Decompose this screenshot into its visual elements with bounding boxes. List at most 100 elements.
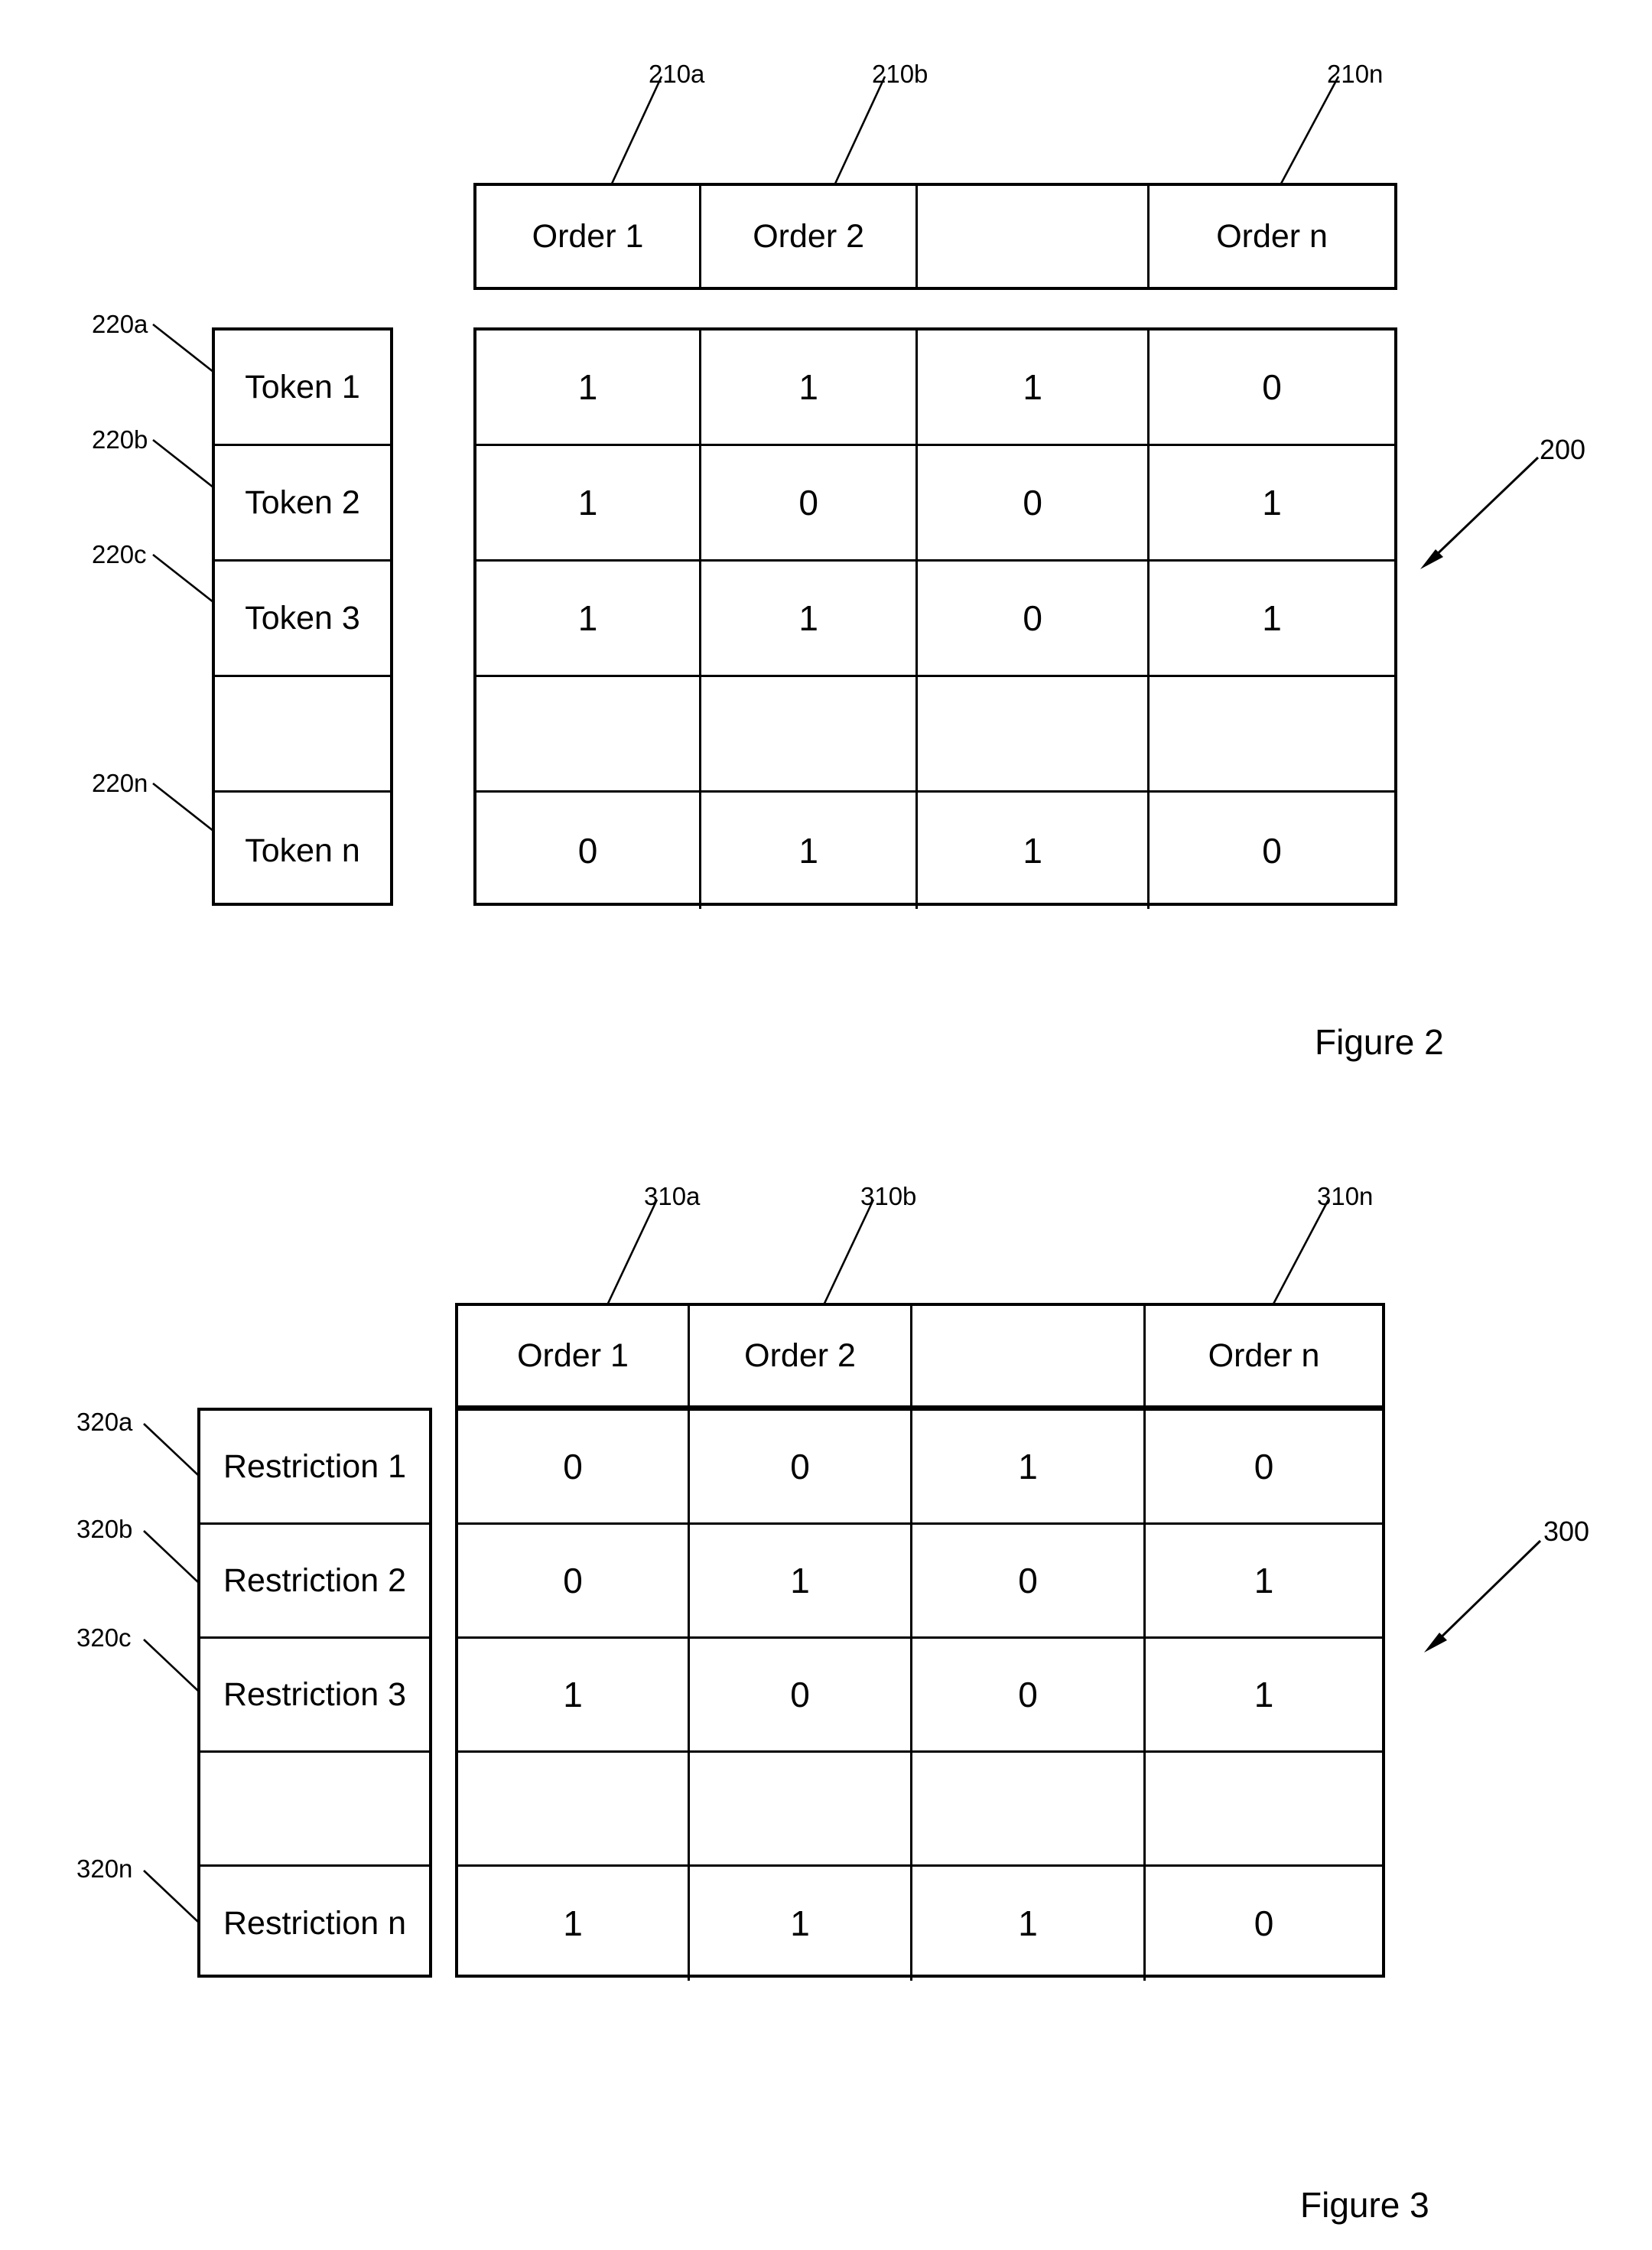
figure-3-row-label-column: Restriction 1 Restriction 2 Restriction … (197, 1408, 432, 1978)
leader-220c (152, 553, 218, 607)
table-row: 1 1 1 0 (476, 330, 1394, 446)
leader-320c (143, 1639, 200, 1692)
table-row: 0 0 1 0 (458, 1411, 1382, 1525)
column-header-order-1: Order 1 (476, 186, 702, 287)
leader-210a (610, 76, 663, 184)
row-header-token-n: Token n (245, 832, 360, 869)
matrix-cell: 1 (458, 1867, 690, 1981)
leader-320n (143, 1870, 200, 1923)
matrix-cell: 0 (1262, 366, 1282, 407)
matrix-cell: 1 (918, 793, 1150, 909)
matrix-cell (1146, 1753, 1382, 1864)
leader-310a (604, 1199, 659, 1309)
matrix-cell: 1 (912, 1411, 1146, 1522)
row-label-cell (215, 677, 390, 793)
figure-3-value-matrix: 0 0 1 0 0 1 0 1 1 0 0 1 1 1 1 0 (455, 1408, 1385, 1981)
matrix-cell: 1 (1262, 598, 1282, 638)
column-header-order-2: Order 2 (701, 186, 919, 287)
leader-310n (1270, 1199, 1330, 1309)
ref-320n: 320n (76, 1854, 133, 1883)
row-label-cell: Token 2 (215, 446, 390, 562)
matrix-cell: 0 (1262, 830, 1282, 871)
ref-320a: 320a (76, 1408, 133, 1436)
table-row: 1 0 0 1 (476, 446, 1394, 562)
matrix-cell (476, 677, 702, 790)
table-row (458, 1753, 1382, 1867)
matrix-cell: 0 (476, 793, 702, 909)
ref-220c: 220c (92, 540, 147, 568)
row-header-restriction-n: Restriction n (223, 1905, 406, 1942)
matrix-cell: 0 (690, 1639, 913, 1750)
leader-210n (1280, 76, 1340, 184)
matrix-cell: 0 (918, 446, 1150, 559)
matrix-cell (912, 1753, 1146, 1864)
figure-2-column-header-strip: Order 1 Order 2 Order n (473, 183, 1397, 290)
leader-320b (143, 1530, 200, 1584)
matrix-cell: 1 (476, 330, 702, 444)
matrix-cell: 0 (701, 446, 919, 559)
ref-220a: 220a (92, 310, 148, 338)
matrix-cell: 1 (1254, 1674, 1274, 1714)
matrix-cell: 1 (701, 793, 919, 909)
row-header-token-3: Token 3 (245, 599, 360, 637)
leader-220b (152, 438, 218, 492)
matrix-cell: 0 (918, 562, 1150, 675)
table-row (476, 677, 1394, 793)
row-header-restriction-3: Restriction 3 (223, 1675, 406, 1713)
leader-210b (834, 76, 886, 184)
column-header-order-n: Order n (1216, 217, 1328, 255)
table-row: 0 1 0 1 (458, 1525, 1382, 1639)
row-label-cell: Token n (215, 793, 390, 909)
row-label-cell: Token 3 (215, 562, 390, 677)
row-header-token-2: Token 2 (245, 484, 360, 521)
column-header-order-2: Order 2 (690, 1306, 913, 1405)
matrix-cell (690, 1753, 913, 1864)
matrix-cell: 1 (1254, 1560, 1274, 1600)
callout-arrow-200 (1420, 456, 1540, 569)
matrix-cell (918, 677, 1150, 790)
ref-320c: 320c (76, 1623, 132, 1652)
matrix-cell: 0 (1254, 1903, 1274, 1944)
row-label-cell: Restriction 2 (200, 1525, 429, 1639)
row-header-ellipsis (200, 1753, 429, 1864)
ref-220n: 220n (92, 769, 148, 797)
matrix-cell (701, 677, 919, 790)
column-header-order-1: Order 1 (458, 1306, 690, 1405)
column-header-ellipsis (918, 186, 1150, 287)
matrix-cell: 1 (701, 330, 919, 444)
leader-220a (152, 323, 218, 376)
matrix-cell: 1 (701, 562, 919, 675)
figure-2-row-label-column: Token 1 Token 2 Token 3 Token n (212, 327, 393, 906)
row-header-restriction-2: Restriction 2 (223, 1561, 406, 1599)
matrix-cell: 1 (918, 330, 1150, 444)
matrix-cell: 0 (912, 1639, 1146, 1750)
matrix-cell: 1 (1262, 482, 1282, 523)
figure-3-column-header-strip: Order 1 Order 2 Order n (455, 1303, 1385, 1408)
figure-2-value-matrix: 1 1 1 0 1 0 0 1 1 1 0 1 0 1 1 0 (473, 327, 1397, 909)
matrix-cell: 1 (690, 1525, 913, 1636)
table-row: 1 0 0 1 (458, 1639, 1382, 1753)
leader-320a (143, 1423, 200, 1477)
matrix-cell: 0 (1254, 1446, 1274, 1486)
row-label-cell: Restriction 3 (200, 1639, 429, 1753)
row-header-token-1: Token 1 (245, 368, 360, 405)
table-row: 0 1 1 0 (476, 793, 1394, 909)
header-row: Order 1 Order 2 Order n (476, 186, 1394, 287)
figure-3-caption: Figure 3 (1300, 2185, 1429, 2225)
matrix-cell: 0 (912, 1525, 1146, 1636)
matrix-cell: 1 (912, 1867, 1146, 1981)
ref-300: 300 (1543, 1516, 1590, 1547)
matrix-cell: 0 (458, 1411, 690, 1522)
matrix-cell (1150, 677, 1394, 790)
column-header-ellipsis (912, 1306, 1146, 1405)
callout-arrow-300 (1424, 1539, 1542, 1652)
row-label-cell: Restriction 1 (200, 1411, 429, 1525)
matrix-cell: 0 (690, 1411, 913, 1522)
table-row: 1 1 0 1 (476, 562, 1394, 677)
matrix-cell: 0 (458, 1525, 690, 1636)
matrix-cell (458, 1753, 690, 1864)
row-label-cell: Token 1 (215, 330, 390, 446)
table-row: 1 1 1 0 (458, 1867, 1382, 1981)
ref-220b: 220b (92, 425, 148, 454)
row-header-ellipsis (215, 677, 390, 790)
